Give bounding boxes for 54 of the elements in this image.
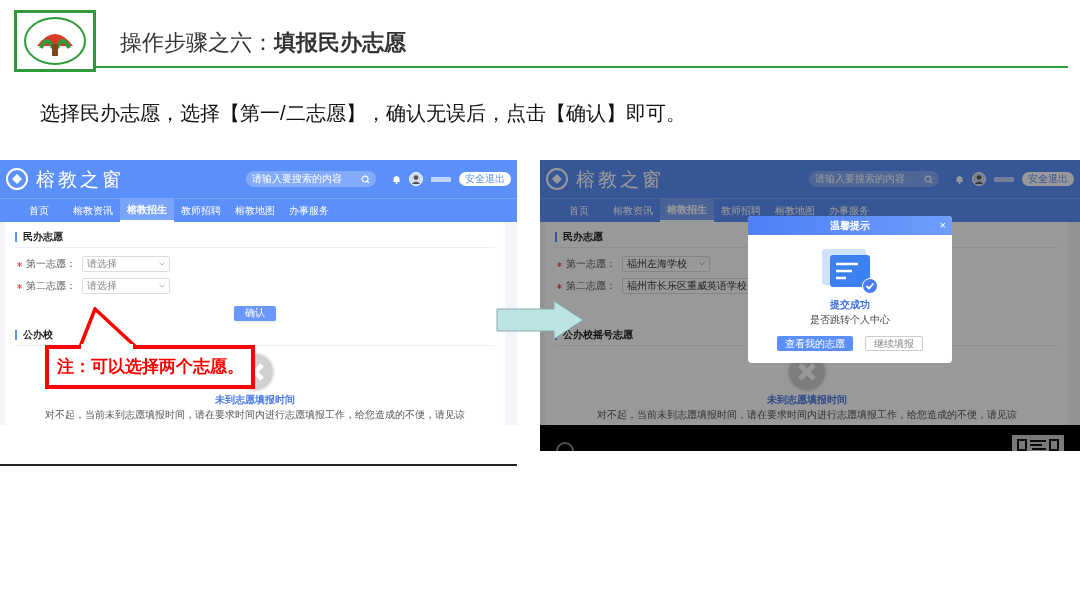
search-field[interactable]: 请输入要搜索的内容 xyxy=(246,171,376,187)
section-heading: 公办校 xyxy=(23,330,53,340)
qr-code-icon[interactable] xyxy=(1012,435,1064,451)
bell-icon[interactable] xyxy=(955,174,964,184)
search-icon[interactable] xyxy=(924,174,933,184)
section-heading: 公办校摇号志愿 xyxy=(563,330,633,340)
section-heading: 民办志愿 xyxy=(563,232,603,242)
chevron-icon xyxy=(159,262,165,266)
close-button[interactable]: × xyxy=(939,220,946,231)
nav-tab[interactable]: 办事服务 xyxy=(282,199,336,222)
emblem-icon xyxy=(6,168,28,190)
nav-tab[interactable]: 榕教地图 xyxy=(768,199,822,222)
document-check-icon xyxy=(822,249,878,295)
dropdown-field[interactable]: 福州左海学校 xyxy=(622,256,710,272)
site-title: 榕教之窗 xyxy=(576,166,664,192)
continue-button[interactable]: 继续填报 xyxy=(865,336,923,351)
view-wishes-button[interactable]: 查看我的志愿 xyxy=(777,336,853,351)
empty-state-message: 对不起，当前未到志愿填报时间，请在要求时间内进行志愿填报工作，给您造成的不便，请见谅 xyxy=(596,408,1017,421)
bell-icon[interactable] xyxy=(392,174,401,184)
avatar-icon[interactable] xyxy=(972,172,986,186)
logout-button[interactable]: 安全退出 xyxy=(1022,172,1074,186)
empty-state-title: 未到志愿填报时间 xyxy=(215,394,295,407)
chevron-icon xyxy=(159,284,165,288)
chevron-icon xyxy=(699,262,705,266)
avatar-icon[interactable] xyxy=(409,172,423,186)
nav-tab[interactable]: 榕教地图 xyxy=(228,199,282,222)
field-label: 第二志愿： xyxy=(26,281,77,291)
dialog-message: 是否跳转个人中心 xyxy=(810,313,890,326)
dialog-title: 温馨提示 xyxy=(830,220,870,231)
field-label: 第一志愿： xyxy=(26,259,77,269)
nav-tab[interactable]: 榕教资讯 xyxy=(606,199,660,222)
search-placeholder: 请输入要搜索的内容 xyxy=(252,174,342,184)
success-heading: 提交成功 xyxy=(830,299,870,312)
dropdown-field[interactable]: 请选择 xyxy=(82,256,170,272)
section-heading: 民办志愿 xyxy=(23,232,63,242)
nav-tab[interactable]: 首页 xyxy=(552,199,606,222)
nav-tab[interactable]: 教师招聘 xyxy=(174,199,228,222)
field-label: 第二志愿： xyxy=(566,281,617,291)
empty-state-message: 对不起，当前未到志愿填报时间，请在要求时间内进行志愿填报工作，给您造成的不便，请见谅 xyxy=(45,408,465,421)
redacted-name-bar xyxy=(431,176,451,182)
site-title: 榕教之窗 xyxy=(36,166,124,192)
logout-button[interactable]: 安全退出 xyxy=(459,172,511,186)
dropdown-field[interactable]: 请选择 xyxy=(82,278,170,294)
nav-tab[interactable]: 教师招聘 xyxy=(714,199,768,222)
nav-tab[interactable]: 首页 xyxy=(12,199,66,222)
search-placeholder: 请输入要搜索的内容 xyxy=(815,174,905,184)
empty-state-title: 未到志愿填报时间 xyxy=(766,394,847,407)
confirm-button[interactable]: 确认 xyxy=(234,305,276,321)
emblem-icon xyxy=(546,168,568,190)
emblem-icon xyxy=(556,441,574,451)
nav-tab[interactable]: 榕教资讯 xyxy=(66,199,120,222)
slide-title: 操作步骤之六：填报民办志愿 xyxy=(120,29,406,57)
search-icon[interactable] xyxy=(361,174,370,184)
instruction-text: 选择民办志愿，选择【第一/二志愿】，确认无误后，点击【确认】即可。 xyxy=(40,101,686,126)
